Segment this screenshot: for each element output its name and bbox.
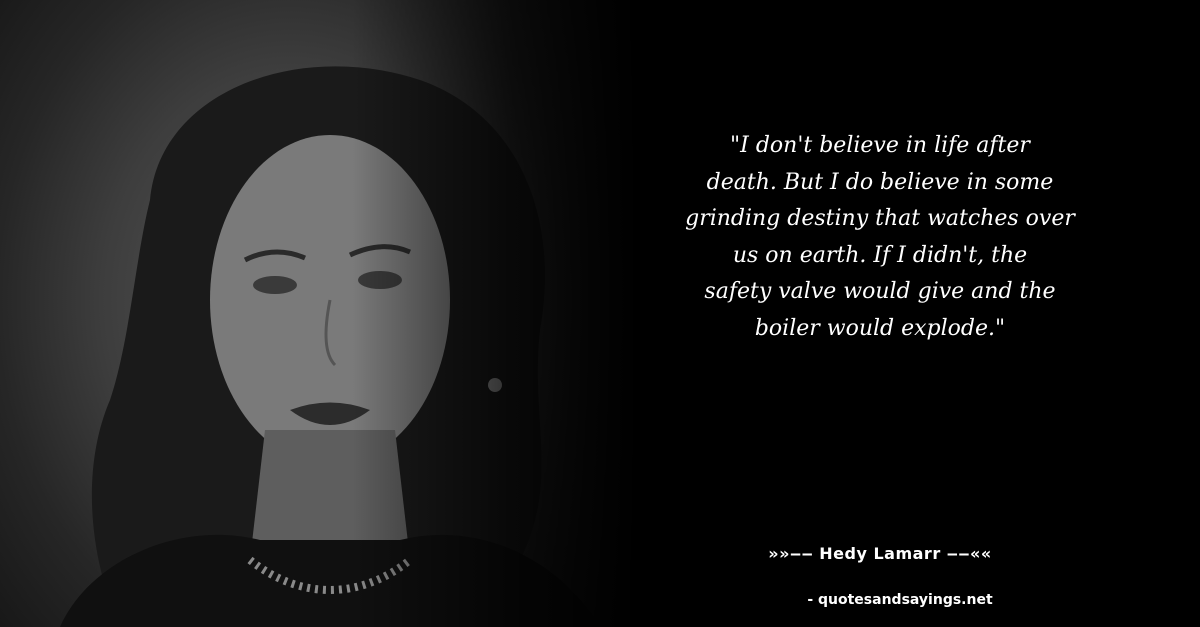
quote-line: safety valve would give and the [704, 279, 1056, 305]
quote-text: "I don't believe in life after death. Bu… [660, 128, 1100, 348]
source-credit: - quotesandsayings.net [807, 592, 993, 608]
photo-fade-overlay [0, 0, 640, 627]
quote-line: boiler would explode." [754, 315, 1006, 341]
quote-line: us on earth. If I didn't, the [732, 242, 1028, 268]
quote-line: death. But I do believe in some [706, 169, 1054, 195]
quote-line: grinding destiny that watches over [685, 206, 1075, 232]
quote-author: »»‒‒ Hedy Lamarr ‒‒«« [768, 544, 992, 563]
portrait-photo [0, 0, 640, 627]
quote-card: "I don't believe in life after death. Bu… [0, 0, 1200, 627]
quote-line: "I don't believe in life after [730, 133, 1030, 158]
